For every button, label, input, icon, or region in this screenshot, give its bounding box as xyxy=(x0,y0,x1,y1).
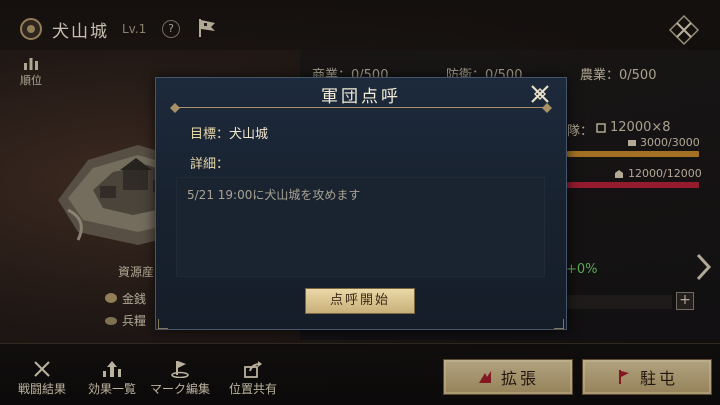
details-row: 詳細： xyxy=(190,153,229,172)
dialog-header: 軍団点呼 xyxy=(156,78,566,113)
details-textarea[interactable]: 5/21 19:00に犬山城を攻めます xyxy=(176,177,545,277)
start-muster-button[interactable]: 点呼開始 xyxy=(305,288,415,314)
muster-dialog: 軍団点呼 目標：犬山城 詳細： 5/21 19:00に犬山城を攻めます 点呼開始 xyxy=(155,77,567,330)
corner-ornament xyxy=(554,319,564,329)
corner-ornament xyxy=(158,319,168,329)
ornament-left xyxy=(170,103,180,113)
details-text: 5/21 19:00に犬山城を攻めます xyxy=(187,188,361,202)
close-icon[interactable] xyxy=(528,82,552,106)
header-divider xyxy=(176,107,546,108)
dialog-title: 軍団点呼 xyxy=(321,87,401,107)
target-key: 目標： xyxy=(190,127,230,142)
target-value: 犬山城 xyxy=(229,127,269,142)
details-key: 詳細： xyxy=(190,157,230,172)
target-row: 目標：犬山城 xyxy=(190,123,268,142)
